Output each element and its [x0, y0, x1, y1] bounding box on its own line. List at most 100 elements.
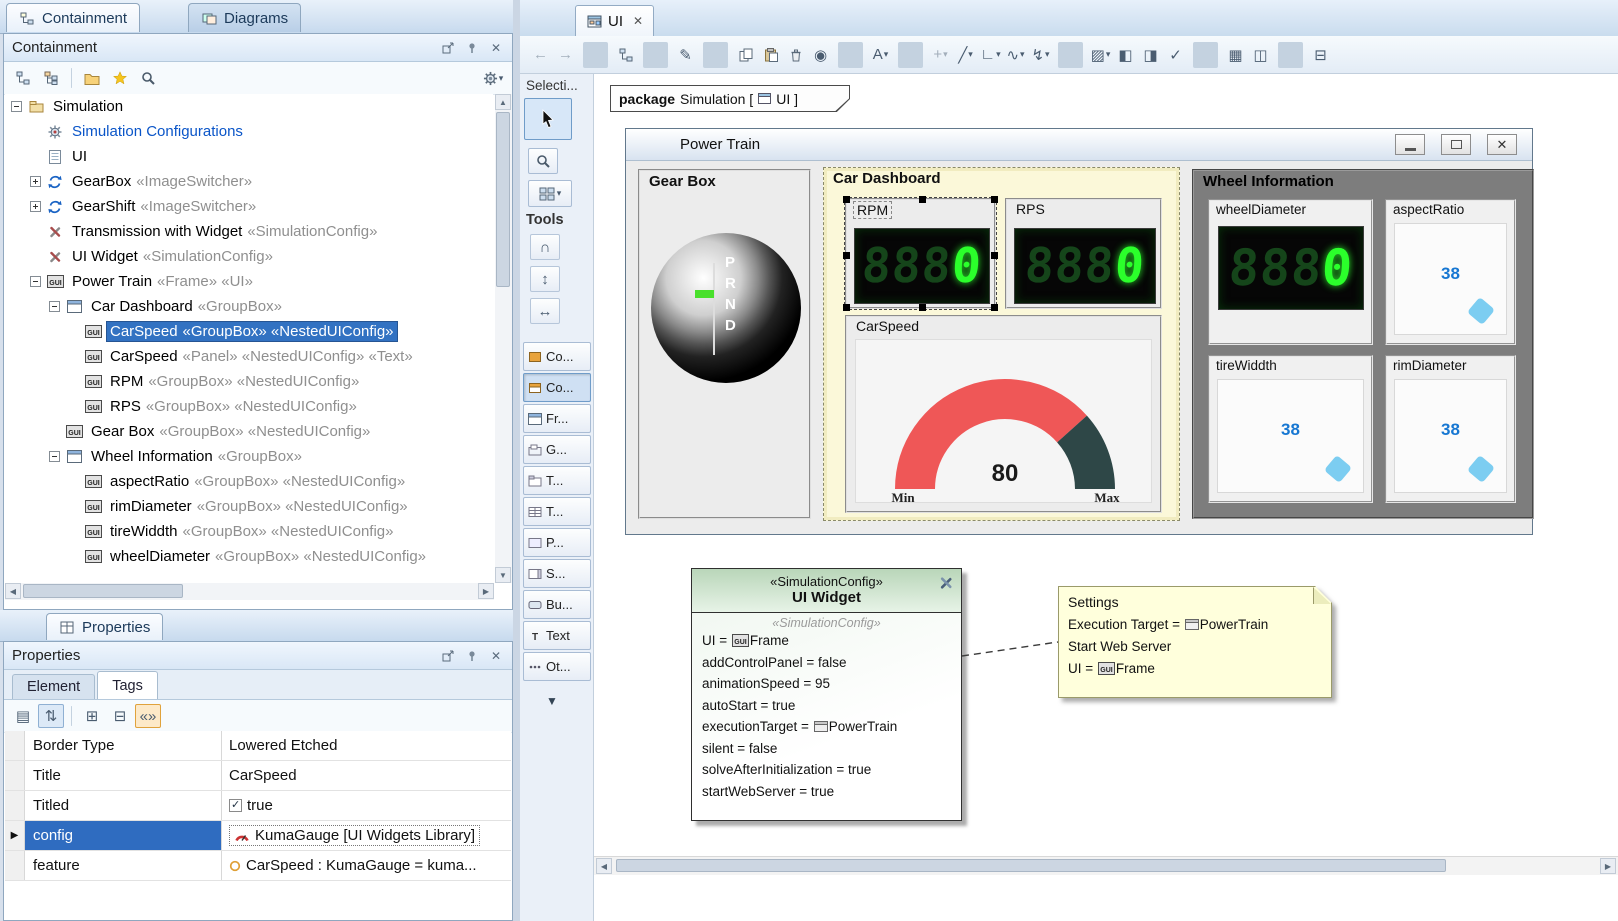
category-panel-tool[interactable]: P...: [523, 528, 591, 557]
close-panel-icon[interactable]: ✕: [488, 40, 504, 56]
toolbar-rectilinear-line[interactable]: ╱▾: [953, 42, 978, 68]
containment-toolbar-favorites[interactable]: ▾: [107, 66, 133, 90]
grid-tool-button[interactable]: ▾: [528, 180, 572, 207]
tree-item-simulation[interactable]: Simulation: [5, 94, 493, 119]
selection-handle[interactable]: [919, 196, 926, 203]
tab-properties[interactable]: Properties: [46, 613, 163, 640]
toolbar-back[interactable]: ←▾: [528, 42, 553, 68]
tree-item-aspectratio[interactable]: GUI aspectRatio«GroupBox» «NestedUIConfi…: [5, 469, 493, 494]
toolbar-forward[interactable]: →▾: [553, 42, 578, 68]
tree-item-carspeed[interactable]: GUI CarSpeed«GroupBox» «NestedUIConfig»: [5, 319, 493, 344]
scroll-left-icon[interactable]: ◀: [596, 858, 612, 874]
property-row-border-type[interactable]: Border Type Lowered Etched: [5, 731, 511, 761]
toolbar-send-to-back[interactable]: ◨▾: [1138, 42, 1163, 68]
tree-item-wheeldiameter[interactable]: GUI wheelDiameter«GroupBox» «NestedUICon…: [5, 544, 493, 569]
tree-item-simulation-configurations[interactable]: Simulation Configurations: [5, 119, 493, 144]
toolbar-2[interactable]: ▾: [583, 42, 608, 68]
toolbar-layout[interactable]: A▾: [868, 42, 893, 68]
category-table-tool[interactable]: T...: [523, 497, 591, 526]
property-row-feature[interactable]: feature CarSpeed : KumaGauge = kuma...: [5, 851, 511, 881]
toolbar-add-shape[interactable]: +▾: [928, 42, 953, 68]
tree-item-power-train[interactable]: GUI Power Train«Frame» «UI»: [5, 269, 493, 294]
ui-widget-classbox[interactable]: «SimulationConfig» UI Widget «Simulation…: [691, 568, 962, 821]
toolbar-insert-image[interactable]: ▦▾: [1223, 42, 1248, 68]
tags-toolbar-2[interactable]: ▾: [71, 706, 72, 726]
close-button[interactable]: ✕: [1487, 134, 1517, 155]
toolbar-copy[interactable]: ▾: [733, 42, 758, 68]
category-frame-tool[interactable]: Fr...: [523, 404, 591, 433]
scroll-right-icon[interactable]: ▶: [1600, 858, 1616, 874]
toolbar-bring-to-front[interactable]: ◧▾: [1113, 42, 1138, 68]
property-value[interactable]: CarSpeed : KumaGauge = kuma...: [246, 857, 477, 874]
toolbar-19[interactable]: ▾: [1058, 42, 1083, 68]
property-row-config[interactable]: config KumaGauge [UI Widgets Library]: [5, 821, 511, 851]
pin-panel-icon[interactable]: [464, 40, 480, 56]
toolbar-27[interactable]: ▾: [1278, 42, 1303, 68]
tree-item-gearshift[interactable]: GearShift«ImageSwitcher»: [5, 194, 493, 219]
tree-horizontal-scrollbar[interactable]: ◀ ▶: [5, 583, 494, 600]
tool-vertical-space[interactable]: ↕: [530, 266, 560, 292]
tree-item-gearbox[interactable]: GearBox«ImageSwitcher»: [5, 169, 493, 194]
wheel-box-wheeldiameter[interactable]: wheelDiameter 8880 0: [1208, 199, 1373, 345]
wheel-box-rimdiameter[interactable]: rimDiameter 38 38: [1385, 355, 1516, 503]
toolbar-6[interactable]: ▾: [703, 42, 728, 68]
toolbar-11[interactable]: ▾: [838, 42, 863, 68]
containment-toolbar-collapse-all[interactable]: ▾: [10, 66, 36, 90]
pin-panel-icon[interactable]: [464, 648, 480, 664]
category-other-tool[interactable]: Ot...: [523, 652, 591, 681]
expander-icon[interactable]: [11, 101, 22, 112]
scroll-up-icon[interactable]: ▲: [495, 94, 511, 110]
tags-toolbar-table-view[interactable]: ▤▾: [10, 704, 36, 728]
selection-handle[interactable]: [919, 304, 926, 311]
toolbar-curved-line[interactable]: ∿▾: [1003, 42, 1028, 68]
toolbar-show-panels[interactable]: ◫▾: [1248, 42, 1273, 68]
maximize-button[interactable]: [1441, 134, 1471, 155]
category-button-tool[interactable]: Bu...: [523, 590, 591, 619]
zoom-select-button[interactable]: [528, 148, 558, 174]
gear-shifter-widget[interactable]: PRND: [651, 233, 801, 383]
tool-horizontal-space[interactable]: ↔: [530, 298, 560, 324]
tab-element[interactable]: Element: [12, 674, 95, 699]
tags-toolbar-show-stereotypes[interactable]: «»▾: [135, 704, 161, 728]
toolbar-specification[interactable]: ✎▾: [673, 42, 698, 68]
category-groupbox-tool[interactable]: G...: [523, 435, 591, 464]
scroll-left-icon[interactable]: ◀: [5, 583, 21, 599]
tree-item-transmission-with-widget[interactable]: Transmission with Widget«SimulationConfi…: [5, 219, 493, 244]
settings-note[interactable]: Settings Execution Target = PowerTrainSt…: [1058, 586, 1332, 698]
close-tab-icon[interactable]: ✕: [633, 14, 643, 28]
category-tabbedpane-tool[interactable]: T...: [523, 466, 591, 495]
tree-item-carspeed[interactable]: GUI CarSpeed«Panel» «NestedUIConfig» «Te…: [5, 344, 493, 369]
rpm-group[interactable]: RPM 8880: [845, 198, 996, 309]
toolbar-stamp-mode[interactable]: ◉▾: [808, 42, 833, 68]
more-categories-icon[interactable]: ▼: [546, 694, 558, 708]
toolbar-13[interactable]: ▾: [898, 42, 923, 68]
tree-item-ui[interactable]: UI: [5, 144, 493, 169]
tags-toolbar-expand-nodes[interactable]: ⊞▾: [79, 704, 105, 728]
toolbar-24[interactable]: ▾: [1193, 42, 1218, 68]
scroll-down-icon[interactable]: ▼: [495, 567, 511, 583]
expander-icon[interactable]: [30, 201, 41, 212]
toolbar-grid-options[interactable]: ⊟▾: [1308, 42, 1333, 68]
property-value[interactable]: Lowered Etched: [229, 737, 337, 754]
tree-item-rpm[interactable]: GUI RPM«GroupBox» «NestedUIConfig»: [5, 369, 493, 394]
property-row-titled[interactable]: Titled true: [5, 791, 511, 821]
property-value[interactable]: KumaGauge [UI Widgets Library]: [255, 827, 475, 844]
tree-item-gear-box[interactable]: GUI Gear Box«GroupBox» «NestedUIConfig»: [5, 419, 493, 444]
tab-ui-diagram[interactable]: UI ✕: [575, 5, 654, 36]
toolbar-zigzag-line[interactable]: ↯▾: [1028, 42, 1053, 68]
scroll-right-icon[interactable]: ▶: [478, 583, 494, 599]
car-dashboard-group[interactable]: Car Dashboard RPM 8880: [823, 167, 1180, 521]
toolbar-delete[interactable]: ▾: [783, 42, 808, 68]
wheel-box-aspectratio[interactable]: aspectRatio 38 38: [1385, 199, 1516, 345]
canvas-horizontal-scrollbar[interactable]: ◀ ▶: [594, 856, 1618, 875]
property-row-title[interactable]: Title CarSpeed: [5, 761, 511, 791]
toolbar-fill-color[interactable]: ▨▾: [1088, 42, 1113, 68]
tool-magnet[interactable]: ∩: [530, 234, 560, 260]
float-panel-icon[interactable]: [440, 648, 456, 664]
gear-box-group[interactable]: Gear Box PRND: [638, 169, 811, 519]
property-value[interactable]: CarSpeed: [229, 767, 297, 784]
category-text-tool[interactable]: T Text: [523, 621, 591, 650]
selection-handle[interactable]: [843, 304, 850, 311]
dock-splitter[interactable]: [513, 0, 520, 921]
containment-settings-button[interactable]: ▾: [480, 66, 506, 90]
